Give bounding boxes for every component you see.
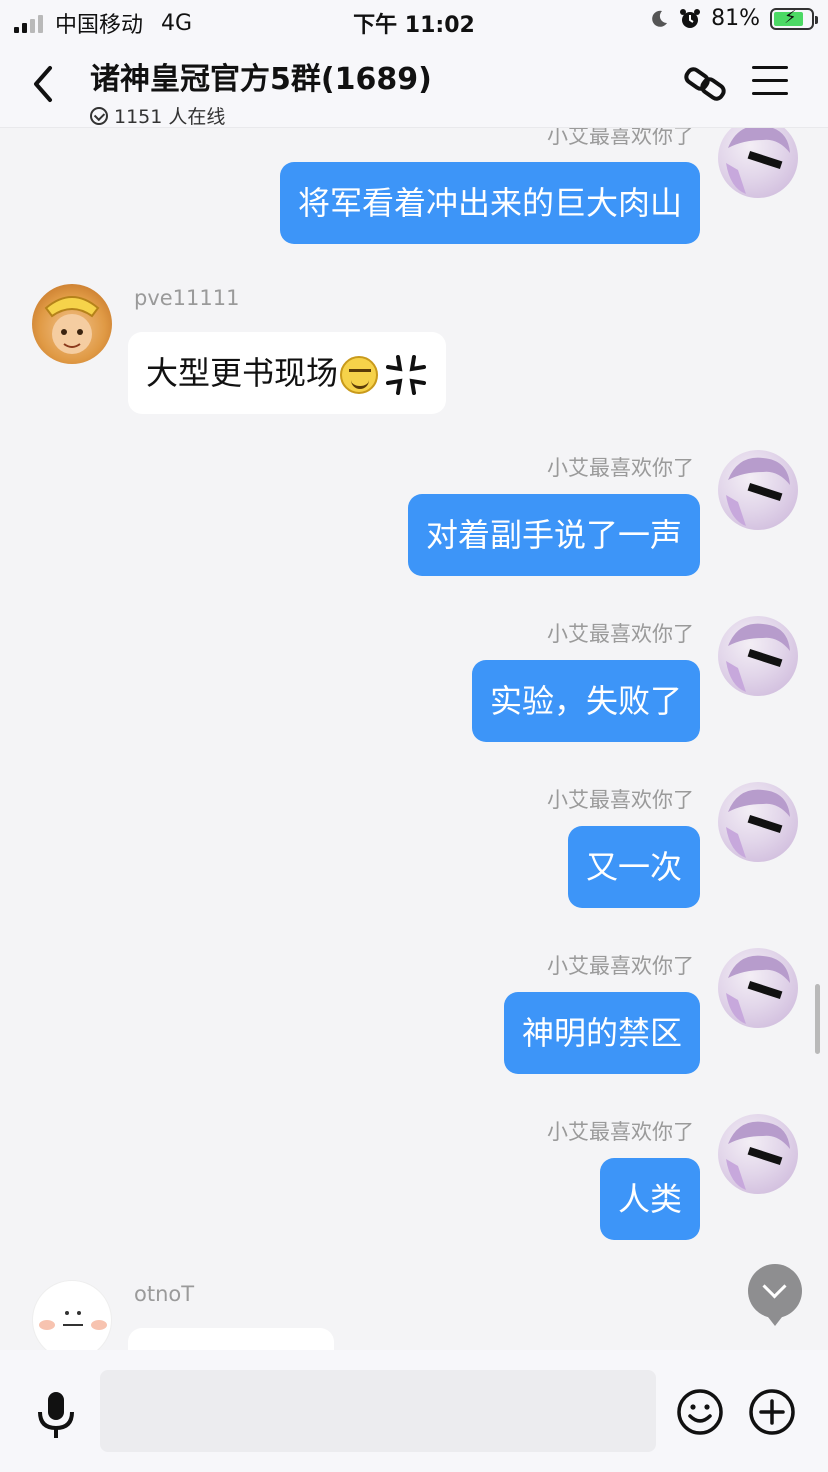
avatar[interactable] [32, 1280, 112, 1350]
link-icon[interactable] [682, 62, 730, 106]
menu-icon[interactable] [752, 66, 788, 98]
message-bubble[interactable]: 又一次 [567, 826, 700, 908]
sender-name: otnoT [134, 1282, 195, 1306]
sender-name: 小艾最喜欢你了 [547, 1120, 694, 1144]
scrollbar[interactable] [815, 984, 820, 1054]
message-bubble[interactable]: 大型更书现场 [128, 332, 447, 414]
plus-icon[interactable] [748, 1388, 796, 1436]
avatar[interactable] [32, 284, 112, 364]
sender-name: 小艾最喜欢你了 [547, 954, 694, 978]
chevron-left-icon[interactable] [28, 64, 58, 104]
message-bubble[interactable]: 实验，失败了 [471, 660, 700, 742]
sender-name: 小艾最喜欢你了 [547, 456, 694, 480]
online-status: 1151 人在线 [90, 102, 432, 129]
avatar[interactable] [718, 948, 798, 1028]
message-bubble[interactable]: 将军看着冲出来的巨大肉山 [279, 162, 700, 244]
message-list[interactable]: 小艾最喜欢你了 将军看着冲出来的巨大肉山 pve11111 大型更书现场 小艾最… [0, 128, 828, 1350]
alarm-icon [680, 8, 701, 28]
sender-name: pve11111 [134, 286, 240, 310]
message-input[interactable] [100, 1370, 656, 1452]
avatar[interactable] [718, 1114, 798, 1194]
moon-icon [652, 10, 668, 27]
avatar[interactable] [718, 782, 798, 862]
check-circle-icon [90, 106, 108, 125]
smiley-icon[interactable] [676, 1388, 724, 1436]
sender-name: 小艾最喜欢你了 [547, 128, 694, 148]
message-bubble[interactable]: 对着副手说了一声 [407, 494, 700, 576]
message-bubble[interactable]: 人类 [599, 1158, 700, 1240]
message-bubble[interactable] [128, 1328, 334, 1350]
status-right: 81% ⚡ [649, 6, 818, 31]
chat-header: 诸神皇冠官方5群(1689) 1151 人在线 [0, 44, 828, 128]
sender-name: 小艾最喜欢你了 [547, 788, 694, 812]
anger-emoji-icon [386, 355, 427, 395]
online-count: 1151 人在线 [114, 106, 226, 128]
squint-emoji-icon [340, 356, 379, 394]
avatar[interactable] [718, 450, 798, 530]
avatar[interactable] [718, 616, 798, 696]
title-block[interactable]: 诸神皇冠官方5群(1689) 1151 人在线 [90, 54, 432, 129]
sender-name: 小艾最喜欢你了 [547, 622, 694, 646]
status-bar: 中国移动 4G 下午 11:02 81% ⚡ [0, 0, 828, 44]
message-text: 大型更书现场 [146, 354, 339, 392]
battery-percent: 81% [711, 6, 760, 31]
battery-icon: ⚡ [770, 7, 818, 30]
message-bubble[interactable]: 神明的禁区 [503, 992, 700, 1074]
avatar[interactable] [718, 128, 798, 198]
input-bar [0, 1350, 828, 1472]
chevron-down-icon[interactable] [748, 1264, 802, 1326]
group-title: 诸神皇冠官方5群(1689) [90, 62, 432, 97]
microphone-icon[interactable] [34, 1390, 78, 1440]
